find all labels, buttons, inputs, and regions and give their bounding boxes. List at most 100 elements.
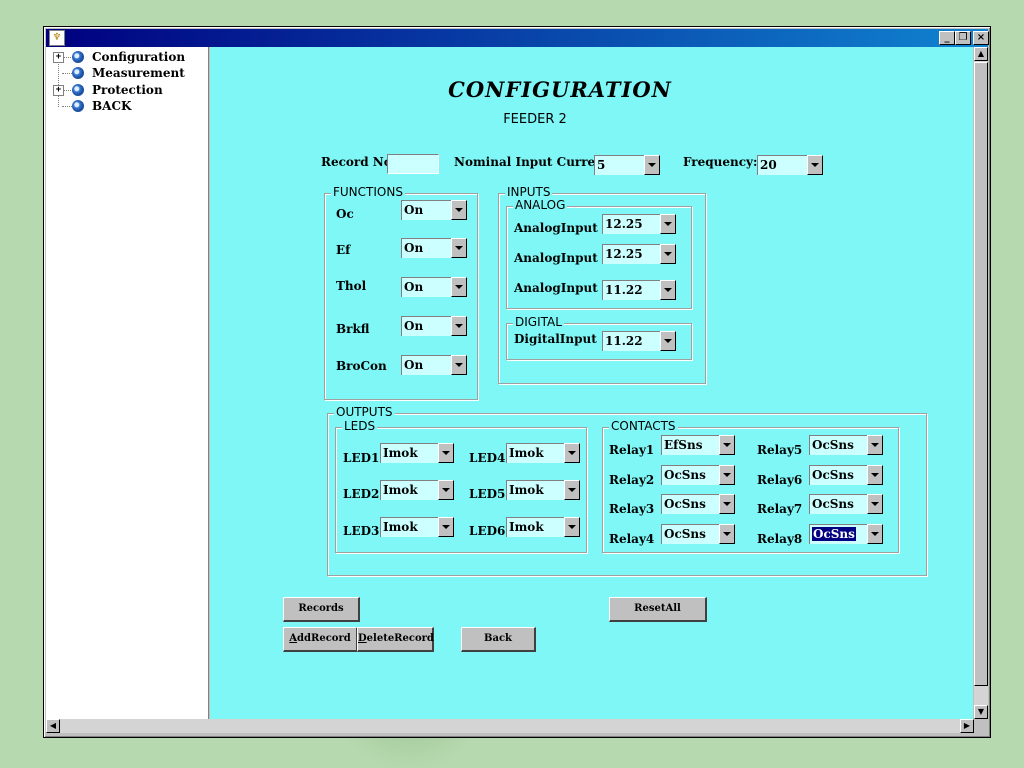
minimize-button[interactable]: _ [939,31,955,45]
select-value: OcSns [809,435,867,455]
relay-select-4[interactable]: OcSns [661,524,735,544]
dropdown-arrow-icon[interactable] [719,435,735,455]
dropdown-arrow-icon[interactable] [438,443,454,463]
dropdown-arrow-icon[interactable] [719,524,735,544]
title-bar[interactable]: ♆ _ ❐ × [46,29,989,47]
dropdown-arrow-icon[interactable] [438,480,454,500]
scroll-right-icon[interactable]: ▶ [960,719,974,733]
relay-label-2: Relay2 [609,473,655,487]
dropdown-arrow-icon[interactable] [564,480,580,500]
dropdown-arrow-icon[interactable] [564,517,580,537]
dropdown-arrow-icon[interactable] [644,155,660,175]
function-select-ef[interactable]: On [401,238,467,258]
led-select-5[interactable]: Imok [506,480,580,500]
frequency-label: Frequency: [683,155,758,169]
button-label: eleteRecord [366,633,434,644]
led-select-1[interactable]: Imok [380,443,454,463]
scroll-left-icon[interactable]: ◀ [46,719,60,733]
scroll-down-icon[interactable]: ▼ [974,705,988,719]
dropdown-arrow-icon[interactable] [451,316,467,336]
dropdown-arrow-icon[interactable] [451,238,467,258]
analog-input-select[interactable]: 12.25 [602,244,676,264]
dropdown-arrow-icon[interactable] [867,465,883,485]
back-button[interactable]: Back [461,627,536,652]
relay-select-7[interactable]: OcSns [809,494,883,514]
group-title: FUNCTIONS [331,185,405,199]
group-title: LEDS [342,419,378,433]
led-select-3[interactable]: Imok [380,517,454,537]
reset-all-button[interactable]: ResetAll [609,597,707,622]
dropdown-arrow-icon[interactable] [660,244,676,264]
digital-input-label: DigitalInput [514,332,597,346]
dropdown-arrow-icon[interactable] [719,494,735,514]
select-value: On [401,238,451,258]
frequency-select[interactable]: 20 [757,155,823,175]
vertical-scroll-thumb[interactable] [974,62,988,686]
tree-item-measurement[interactable]: Measurement [46,66,206,82]
add-record-button[interactable]: AddRecord [283,627,358,652]
select-value: OcSns [809,494,867,514]
select-value: Imok [506,443,564,463]
select-value: OcSns [661,494,719,514]
dropdown-arrow-icon[interactable] [660,280,676,300]
dropdown-arrow-icon[interactable] [867,435,883,455]
led-label-3: LED3 [343,524,380,538]
function-select-brkfl[interactable]: On [401,316,467,336]
records-button[interactable]: Records [283,597,360,622]
analog-input-select[interactable]: 11.22 [602,280,676,300]
tree-item-label: BACK [92,99,132,113]
function-select-oc[interactable]: On [401,200,467,220]
relay-select-3[interactable]: OcSns [661,494,735,514]
select-value: 5 [594,155,644,175]
relay-select-5[interactable]: OcSns [809,435,883,455]
page-subtitle: FEEDER 2 [503,112,567,127]
dropdown-arrow-icon[interactable] [660,331,676,351]
led-select-6[interactable]: Imok [506,517,580,537]
delete-record-button[interactable]: DeleteRecord [357,627,434,652]
configuration-form: CONFIGURATION FEEDER 2 Record No Nominal… [210,47,973,719]
tree-item-protection[interactable]: + Protection [46,83,206,99]
led-select-4[interactable]: Imok [506,443,580,463]
analog-input-select[interactable]: 12.25 [602,214,676,234]
scroll-up-icon[interactable]: ▲ [974,47,988,61]
function-label-ef: Ef [336,243,351,257]
led-label-6: LED6 [469,524,506,538]
dropdown-arrow-icon[interactable] [719,465,735,485]
led-select-2[interactable]: Imok [380,480,454,500]
dropdown-arrow-icon[interactable] [564,443,580,463]
app-icon[interactable]: ♆ [49,30,65,46]
dropdown-arrow-icon[interactable] [867,494,883,514]
select-value: On [401,355,451,375]
tree-item-back[interactable]: BACK [46,99,206,115]
record-no-field[interactable] [387,154,439,174]
tree-item-configuration[interactable]: + Configuration [46,50,206,66]
close-button[interactable]: × [973,31,989,45]
dropdown-arrow-icon[interactable] [867,524,883,544]
dropdown-arrow-icon[interactable] [807,155,823,175]
relay-select-6[interactable]: OcSns [809,465,883,485]
nominal-input-current-select[interactable]: 5 [594,155,660,175]
tree-item-label: Protection [92,83,163,97]
function-label-brocon: BroCon [336,359,387,373]
relay-select-1[interactable]: EfSns [661,435,735,455]
led-label-1: LED1 [343,451,380,465]
dropdown-arrow-icon[interactable] [438,517,454,537]
relay-select-8[interactable]: OcSns [809,524,883,544]
navigation-tree[interactable]: + Configuration Measurement + Protection… [46,47,209,719]
node-icon [72,84,84,96]
led-label-5: LED5 [469,487,506,501]
dropdown-arrow-icon[interactable] [451,277,467,297]
vertical-scrollbar[interactable]: ▲ ▼ [974,47,988,719]
function-select-brocon[interactable]: On [401,355,467,375]
select-value: Imok [380,480,438,500]
relay-select-2[interactable]: OcSns [661,465,735,485]
dropdown-arrow-icon[interactable] [451,200,467,220]
dropdown-arrow-icon[interactable] [660,214,676,234]
function-select-thol[interactable]: On [401,277,467,297]
analog-input-label: AnalogInput [514,221,598,235]
digital-input-select[interactable]: 11.22 [602,331,676,351]
maximize-button[interactable]: ❐ [955,31,971,45]
dropdown-arrow-icon[interactable] [451,355,467,375]
horizontal-scrollbar[interactable]: ◀ ▶ [46,719,974,733]
button-label: ddRecord [297,633,351,644]
